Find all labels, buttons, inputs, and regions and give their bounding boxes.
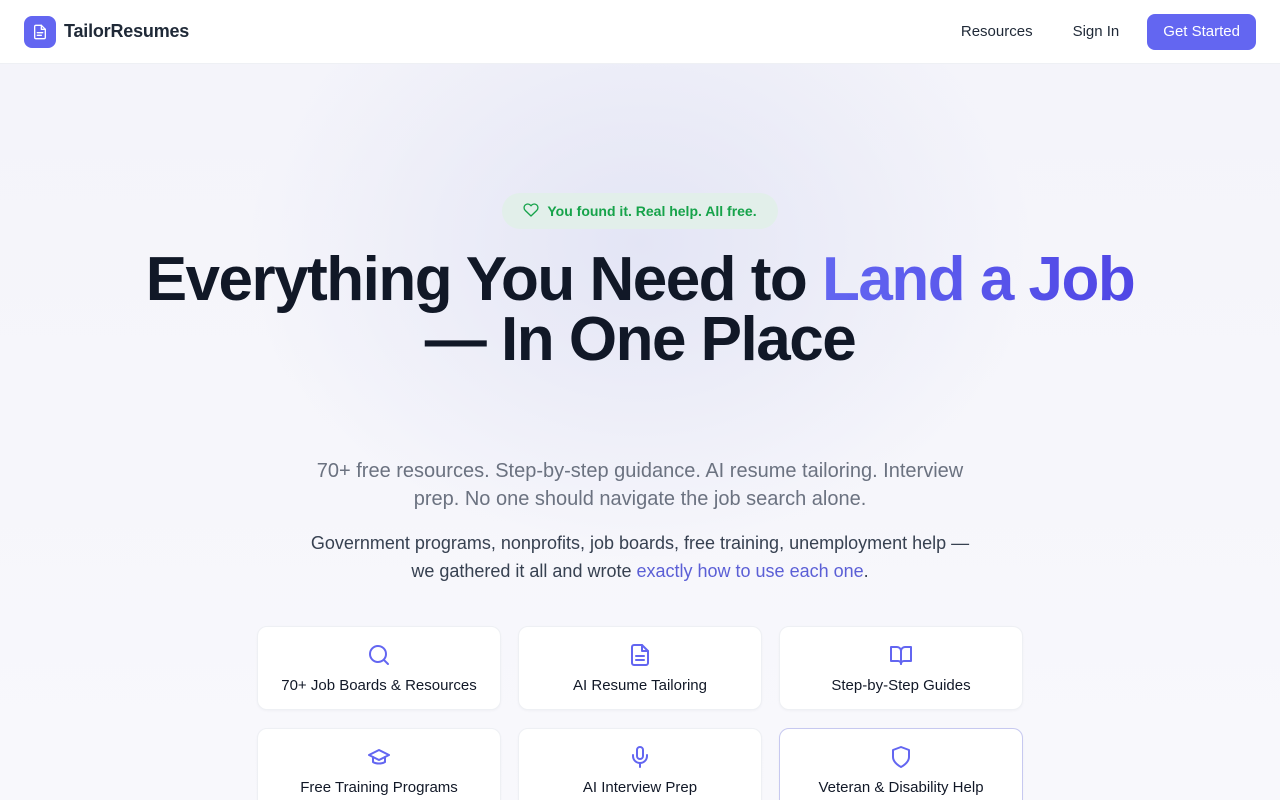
hero-subheading: 70+ free resources. Step-by-step guidanc… [316,460,964,510]
brand[interactable]: TailorResumes [24,15,190,48]
free-help-badge: You found it. Real help. All free. [502,193,778,229]
get-started-button[interactable]: Get Started [1147,13,1256,50]
heart-icon [523,202,539,221]
book-icon [889,643,913,667]
feature-label: Veteran & Disability Help [818,779,984,796]
microphone-icon [628,745,652,769]
resources-link[interactable]: Resources [945,15,1049,48]
headline-accent: Land a Job [822,245,1136,314]
brand-name: TailorResumes [64,21,190,41]
sign-in-link[interactable]: Sign In [1057,15,1136,48]
feature-card-interview-prep[interactable]: AI Interview Prep [518,728,762,800]
headline-part2: — In One Place [424,305,857,374]
search-icon [367,643,391,667]
document-icon [24,15,56,48]
top-nav: TailorResumes Resources Sign In Get Star… [0,0,1280,64]
feature-card-training[interactable]: Free Training Programs [257,728,501,800]
description-end: . [863,561,869,581]
shield-icon [889,745,913,769]
feature-label: Free Training Programs [300,779,458,796]
badge-text: You found it. Real help. All free. [547,203,757,219]
feature-label: AI Resume Tailoring [573,677,707,694]
feature-label: AI Interview Prep [582,779,698,796]
feature-card-guides[interactable]: Step-by-Step Guides [779,626,1023,710]
feature-card-resume-tailoring[interactable]: AI Resume Tailoring [518,626,762,710]
feature-label: Step-by-Step Guides [831,677,971,694]
document-icon [628,643,652,667]
feature-card-job-boards[interactable]: 70+ Job Boards & Resources [257,626,501,710]
how-to-use-link[interactable]: exactly how to use each one [636,561,863,581]
hero-headline: Everything You Need to Land a Job — In On… [140,249,1140,371]
graduation-cap-icon [367,745,391,769]
headline-part1: Everything You Need to [145,245,823,314]
nav-links: Resources Sign In Get Started [945,13,1256,50]
feature-label: 70+ Job Boards & Resources [281,677,477,694]
feature-card-veteran-help[interactable]: Veteran & Disability Help [779,728,1023,800]
hero-description: Government programs, nonprofits, job boa… [300,529,980,585]
